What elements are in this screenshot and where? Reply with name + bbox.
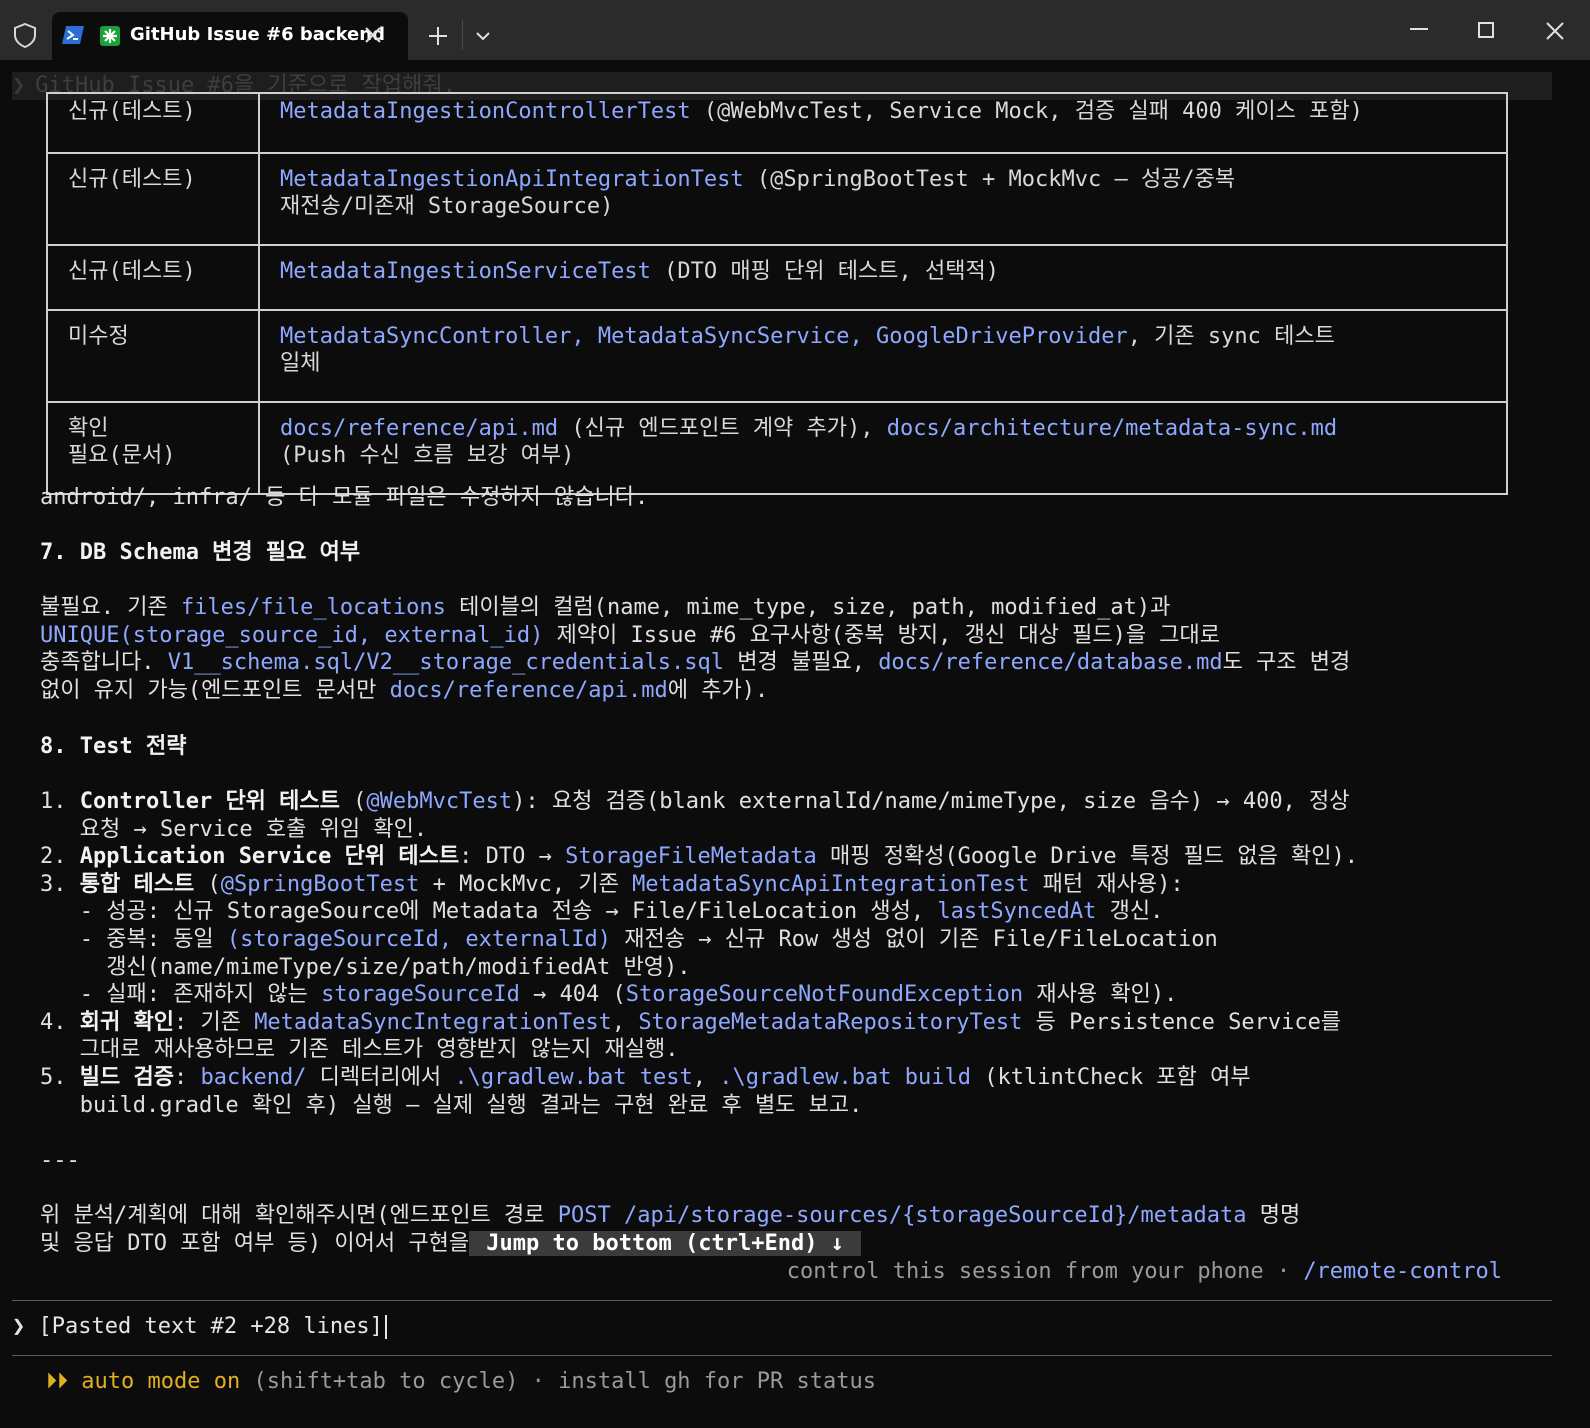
section7-body: 불필요. 기존 files/file_locations 테이블의 컬럼(nam… [40,595,1351,703]
plus-icon[interactable] [428,26,448,46]
input-divider-top [12,1300,1552,1301]
prompt-input-value[interactable]: [Pasted text #2 +28 lines] [39,1314,383,1339]
table-row: 신규(테스트) MetadataIngestionServiceTest (DT… [46,244,1508,311]
file-kind: 확인 필요(문서) [46,401,260,495]
remote-control-hint: control this session from your phone · /… [786,1259,1502,1284]
input-divider-bottom [12,1355,1552,1356]
remote-control-command[interactable]: /remote-control [1303,1259,1502,1284]
status-hint: (shift+tab to cycle) · install gh for PR… [240,1369,876,1394]
auto-mode-status: auto mode on [81,1369,241,1394]
tab-title: GitHub Issue #6 backend [130,24,385,45]
horizontal-rule: --- [40,1148,80,1173]
section8-heading: 8. Test 전략 [40,734,187,759]
maximize-icon[interactable] [1478,22,1494,38]
prompt-chevron: ❯ [12,73,26,98]
file-kind: 신규(테스트) [46,244,260,311]
section7-heading: 7. DB Schema 변경 필요 여부 [40,540,361,565]
closing-message: 위 분석/계획에 대해 확인해주시면(엔드포인트 경로 POST /api/st… [40,1203,1301,1256]
prompt-chevron: ❯ [12,1314,26,1339]
close-icon[interactable] [364,26,382,44]
status-bar: ⏵⏵ auto mode on (shift+tab to cycle) · i… [46,1368,876,1396]
asterisk-icon [100,26,120,46]
changed-files-table: 신규(테스트) MetadataIngestionControllerTest … [46,92,1508,495]
file-description: MetadataIngestionServiceTest (DTO 매핑 단위 … [258,244,1508,311]
text-cursor [384,1315,387,1339]
section8-list: 1. Controller 단위 테스트 (@WebMvcTest): 요청 검… [40,789,1359,1118]
prompt-input[interactable]: ❯ [Pasted text #2 +28 lines] [12,1313,387,1341]
title-bar: GitHub Issue #6 backend [0,0,1590,60]
file-description: MetadataSyncController, MetadataSyncServ… [258,309,1508,403]
table-row: 확인 필요(문서) docs/reference/api.md (신규 엔드포인… [46,401,1508,495]
close-window-icon[interactable] [1546,22,1564,40]
jump-to-bottom-button[interactable]: Jump to bottom (ctrl+End) ↓ [469,1230,862,1256]
table-row: 신규(테스트) MetadataIngestionControllerTest … [46,92,1508,154]
chevron-down-icon[interactable] [475,30,491,42]
file-description: MetadataIngestionApiIntegrationTest (@Sp… [258,152,1508,246]
file-kind: 미수정 [46,309,260,403]
file-description: docs/reference/api.md (신규 엔드포인트 계약 추가), … [258,401,1508,495]
powershell-icon [62,26,84,44]
file-kind: 신규(테스트) [46,92,260,154]
auto-mode-arrows-icon: ⏵⏵ [46,1369,69,1394]
tab-github-issue[interactable]: GitHub Issue #6 backend [52,12,408,60]
module-note: android/, infra/ 등 타 모듈 파일은 수정하지 않습니다. [40,485,649,510]
table-row: 미수정 MetadataSyncController, MetadataSync… [46,309,1508,403]
table-row: 신규(테스트) MetadataIngestionApiIntegrationT… [46,152,1508,246]
shield-icon [14,22,36,48]
file-kind: 신규(테스트) [46,152,260,246]
file-description: MetadataIngestionControllerTest (@WebMvc… [258,92,1508,154]
tab-separator [462,20,463,50]
minimize-icon[interactable] [1410,28,1428,30]
